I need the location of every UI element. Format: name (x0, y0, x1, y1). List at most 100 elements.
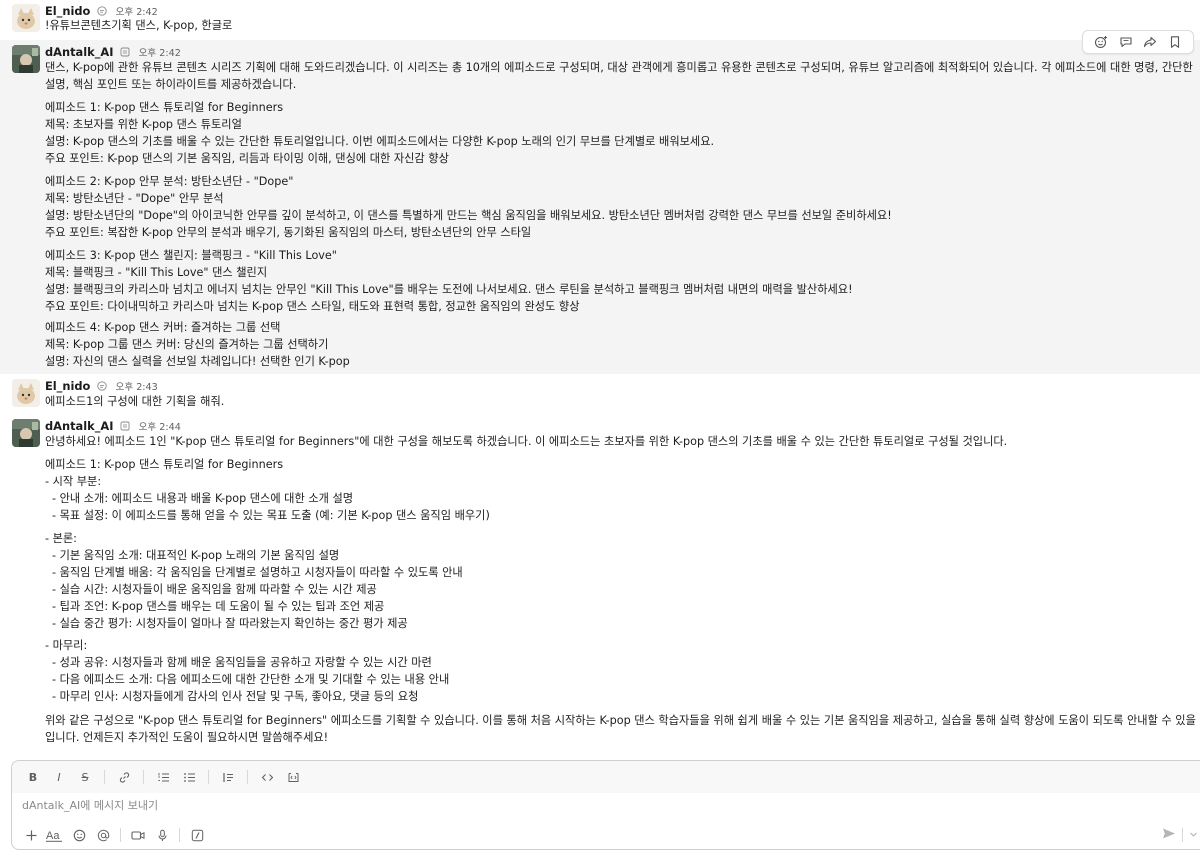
message-text: 입니다. 언제든지 추가적인 도움이 필요하시면 말씀해주세요! (45, 731, 329, 744)
video-camera-icon (131, 830, 145, 840)
send-controls (1162, 824, 1200, 846)
avatar[interactable] (12, 419, 40, 447)
video-button[interactable] (127, 824, 149, 846)
mention-icon (97, 829, 109, 841)
bulleted-list-button[interactable] (178, 766, 200, 788)
message-text: 위와 같은 구성으로 "K-pop 댄스 튜토리얼 for Beginners"… (45, 714, 1200, 727)
message-text: 주요 포인트: 다이내믹하고 카리스마 넘치는 K-pop 댄스 스타일, 태도… (45, 300, 580, 313)
emoji-icon (73, 829, 85, 841)
message-text: 에피소드 4: K-pop 댄스 커버: 즐겨하는 그룹 선택 (45, 321, 281, 334)
link-icon (119, 771, 129, 783)
svg-text:Aa: Aa (46, 830, 60, 842)
timestamp[interactable]: 오후 2:43 (116, 382, 158, 393)
reply-in-thread-icon[interactable] (1118, 34, 1134, 50)
plus-icon (26, 830, 36, 840)
blockquote-button[interactable] (217, 766, 239, 788)
message-el-nido-1: El_nido 오후 2:42 !유튜브콘텐츠기획 댄스, K-pop, 한글로 (0, 0, 1200, 38)
italic-button[interactable]: I (48, 766, 70, 788)
message-text: - 다음 에피소드 소개: 다음 에피소드에 대한 간단한 소개 및 기대할 수… (52, 673, 450, 686)
message-text: 설명: 방탄소년단의 "Dope"의 아이코닉한 안무를 깊이 분석하고, 이 … (45, 209, 892, 222)
message-text: 설명, 핵심 포인트 또는 하이라이트를 제공하겠습니다. (45, 78, 297, 91)
message-text: - 움직임 단계별 배움: 각 움직임을 단계별로 설명하고 시청자들이 따라할… (52, 566, 463, 579)
message-text: - 마무리: (45, 639, 88, 652)
message-text: 설명: 블랙핑크의 카리스마 넘치고 에너지 넘치는 안무인 "Kill Thi… (45, 283, 853, 296)
message-text: !유튜브콘텐츠기획 댄스, K-pop, 한글로 (45, 19, 233, 32)
status-icon (97, 6, 107, 16)
message-text: 제목: 블랙핑크 - "Kill This Love" 댄스 챌린지 (45, 266, 268, 279)
message-text: - 안내 소개: 에피소드 내용과 배울 K-pop 댄스에 대한 소개 설명 (52, 492, 354, 505)
timestamp[interactable]: 오후 2:44 (139, 422, 181, 433)
send-options-button[interactable] (1189, 829, 1198, 842)
code-block-button[interactable] (282, 766, 304, 788)
avatar[interactable] (12, 4, 40, 32)
username[interactable]: El_nido (45, 4, 90, 18)
message-text: 에피소드 2: K-pop 안무 분석: 방탄소년단 - "Dope" (45, 175, 294, 188)
composer-actions: Aa (20, 824, 208, 846)
strikethrough-button[interactable]: S (74, 766, 96, 788)
message-text: - 실습 중간 평가: 시청자들이 얼마나 잘 따라왔는지 확인하는 중간 평가… (52, 617, 408, 630)
microphone-icon (158, 829, 166, 841)
toolbar-divider (247, 770, 248, 784)
message-input[interactable] (22, 797, 1122, 815)
code-button[interactable] (256, 766, 278, 788)
message-text: - 본론: (45, 532, 77, 545)
send-button[interactable] (1162, 827, 1176, 843)
message-text: - 마무리 인사: 시청자들에게 감사의 인사 전달 및 구독, 좋아요, 댓글… (52, 690, 419, 703)
message-text: 에피소드 1: K-pop 댄스 튜토리얼 for Beginners (45, 458, 284, 471)
message-text: 에피소드 3: K-pop 댄스 챌린지: 블랙핑크 - "Kill This … (45, 249, 337, 262)
username[interactable]: dAntalk_AI (45, 419, 113, 433)
mention-button[interactable] (92, 824, 114, 846)
message-text: - 팁과 조언: K-pop 댄스를 배우는 데 도움이 될 수 있는 팁과 조… (52, 600, 385, 613)
message-actions (1082, 30, 1194, 54)
chevron-down-icon (1190, 832, 1197, 837)
toolbar-divider (1182, 828, 1183, 842)
audio-button[interactable] (151, 824, 173, 846)
code-icon (261, 773, 273, 781)
toolbar-divider (104, 770, 105, 784)
message-text: 주요 포인트: K-pop 댄스의 기본 움직임, 리듬과 타이밍 이해, 댄싱… (45, 152, 449, 165)
message-composer: B I S Aa (11, 760, 1200, 850)
username[interactable]: dAntalk_AI (45, 45, 113, 59)
text-format-button[interactable]: Aa (44, 824, 66, 846)
toolbar-divider (179, 828, 180, 842)
attach-button[interactable] (20, 824, 42, 846)
message-text: 안녕하세요! 에피소드 1인 "K-pop 댄스 튜토리얼 for Beginn… (45, 435, 1008, 448)
message-text: 설명: 자신의 댄스 실력을 선보일 차례입니다! 선택한 인기 K-pop (45, 355, 350, 368)
toolbar-divider (143, 770, 144, 784)
message-text: 에피소드1의 구성에 대한 기획을 해줘. (45, 395, 225, 408)
timestamp[interactable]: 오후 2:42 (139, 48, 181, 59)
ordered-list-icon (157, 772, 169, 781)
app-badge-icon (120, 47, 130, 57)
message-text: 제목: 초보자를 위한 K-pop 댄스 튜토리얼 (45, 118, 242, 131)
shortcut-button[interactable] (186, 824, 208, 846)
text-format-icon: Aa (46, 830, 62, 842)
send-icon (1163, 828, 1175, 839)
bookmark-icon[interactable] (1167, 34, 1183, 50)
avatar[interactable] (12, 45, 40, 73)
message-text: - 기본 움직임 소개: 대표적인 K-pop 노래의 기본 움직임 설명 (52, 549, 340, 562)
avatar[interactable] (12, 379, 40, 407)
blockquote-icon (222, 772, 233, 782)
timestamp[interactable]: 오후 2:42 (116, 7, 158, 18)
slash-command-icon (191, 829, 203, 841)
message-text: - 목표 설정: 이 에피소드를 통해 얻을 수 있는 목표 도출 (예: 기본… (52, 509, 490, 522)
bold-button[interactable]: B (22, 766, 44, 788)
message-text: 에피소드 1: K-pop 댄스 튜토리얼 for Beginners (45, 101, 284, 114)
message-el-nido-2: El_nido 오후 2:43 에피소드1의 구성에 대한 기획을 해줘. (0, 376, 1200, 412)
code-block-icon (288, 772, 298, 782)
add-reaction-icon[interactable] (1093, 34, 1109, 50)
message-text: - 시작 부분: (45, 475, 102, 488)
formatting-toolbar: B I S (12, 761, 1200, 793)
message-text: 제목: 방탄소년단 - "Dope" 안무 분석 (45, 192, 224, 205)
username[interactable]: El_nido (45, 379, 90, 393)
message-dantalk-1: dAntalk_AI 오후 2:42 댄스, K-pop에 관한 유튜브 콘텐츠… (0, 40, 1200, 374)
message-text: - 실습 시간: 시청자들이 배운 움직임을 함께 따라할 수 있는 시간 제공 (52, 583, 377, 596)
link-button[interactable] (113, 766, 135, 788)
share-icon[interactable] (1142, 34, 1158, 50)
message-dantalk-2: dAntalk_AI 오후 2:44 안녕하세요! 에피소드 1인 "K-pop… (0, 416, 1200, 750)
ordered-list-button[interactable] (152, 766, 174, 788)
message-text: 주요 포인트: 복잡한 K-pop 안무의 분석과 배우기, 동기화된 움직임의… (45, 226, 532, 239)
message-text: - 성과 공유: 시청자들과 함께 배운 움직임들을 공유하고 자랑할 수 있는… (52, 656, 432, 669)
status-icon (97, 381, 107, 391)
emoji-button[interactable] (68, 824, 90, 846)
